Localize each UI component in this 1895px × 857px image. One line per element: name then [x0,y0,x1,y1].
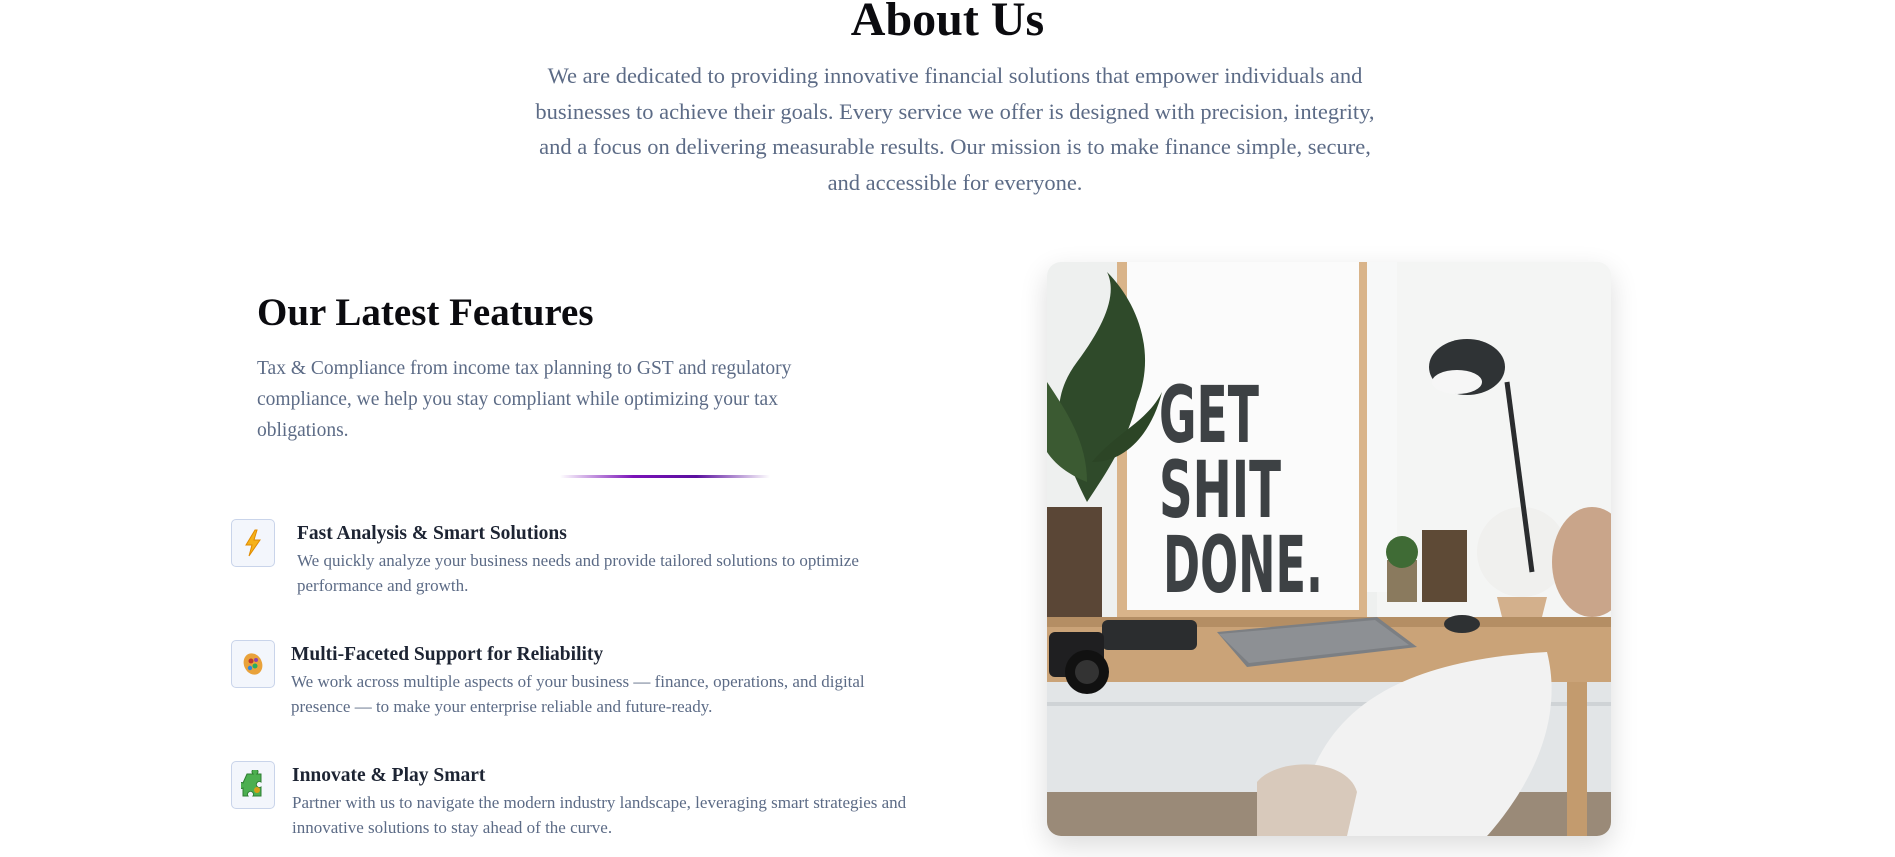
section-divider [560,475,770,478]
feature-description: Partner with us to navigate the modern i… [292,793,907,837]
features-intro: Tax & Compliance from income tax plannin… [257,358,792,441]
workspace-photo: GET SHIT DONE. [1047,262,1611,836]
about-description: We are dedicated to providing innovative… [535,63,1375,195]
feature-title: Multi-Faceted Support for Reliability [291,644,604,665]
feature-title: Fast Analysis & Smart Solutions [297,523,567,544]
lightning-icon [231,519,275,567]
features-title: Our Latest Features [257,291,594,334]
about-title: About Us [850,0,1045,46]
poster-line: DONE. [1163,521,1323,611]
feature-description: We quickly analyze your business needs a… [297,551,859,595]
palette-icon [231,640,275,688]
feature-title: Innovate & Play Smart [292,765,486,786]
puzzle-icon [231,761,275,809]
feature-description: We work across multiple aspects of your … [291,672,865,716]
